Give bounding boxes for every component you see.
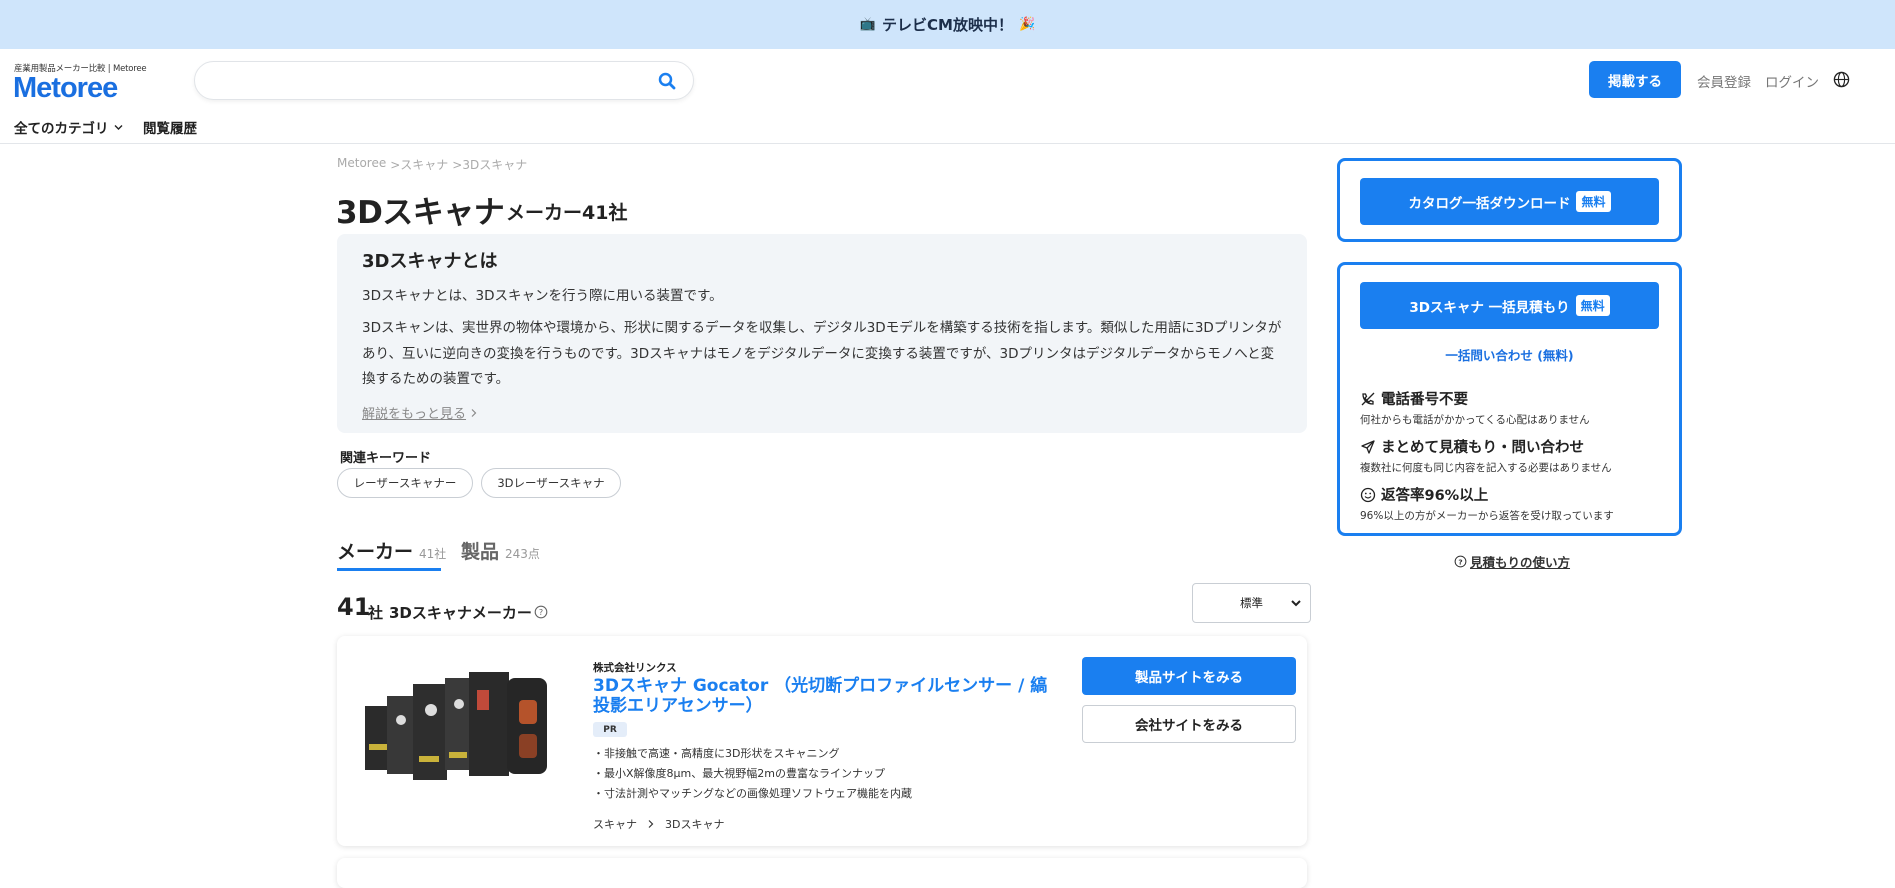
- tab-products-label: 製品: [461, 541, 500, 563]
- breadcrumb-item-scanner[interactable]: >スキャナ: [390, 156, 448, 173]
- keyword-chip-laser-scanner[interactable]: レーザースキャナー: [337, 468, 473, 498]
- banner-text: テレビCM放映中！: [882, 16, 1013, 34]
- quote-box: 3Dスキャナ 一括見積もり 無料 一括問い合わせ (無料) 電話番号不要 何社か…: [1337, 262, 1682, 536]
- browsing-history-link[interactable]: 閲覧履歴: [143, 117, 197, 137]
- related-keywords-label: 関連キーワード: [340, 451, 432, 466]
- results-count: 41: [337, 593, 371, 621]
- bulk-inquiry-link[interactable]: 一括問い合わせ (無料): [1340, 345, 1679, 364]
- benefit-no-phone: 電話番号不要 何社からも電話がかかってくる心配はありません: [1360, 388, 1590, 427]
- site-header: 産業用製品メーカー比較 | Metoree Metoree 掲載する 会員登録 …: [0, 49, 1895, 144]
- benefit-subtext: 複数社に何度も同じ内容を記入する必要はありません: [1360, 462, 1612, 474]
- product-name-link[interactable]: 3Dスキャナ Gocator （光切断プロファイルセンサー / 縞投影エリアセン…: [593, 676, 1053, 716]
- company-name: 株式会社リンクス: [593, 662, 677, 674]
- all-categories-menu[interactable]: 全てのカテゴリ: [14, 117, 124, 137]
- tab-products[interactable]: 製品 243点: [461, 537, 540, 564]
- company-site-button[interactable]: 会社サイトをみる: [1082, 705, 1296, 743]
- description-paragraph-1: 3Dスキャナとは、3Dスキャンを行う際に用いる装置です。: [362, 288, 723, 304]
- feature-item: ・非接触で高速・高精度に3D形状をスキャニング: [593, 747, 840, 760]
- breadcrumb: Metoree >スキャナ >3Dスキャナ: [337, 156, 527, 173]
- search-bar[interactable]: [194, 61, 694, 100]
- tab-makers-label: メーカー: [337, 541, 414, 563]
- help-icon: ?: [1454, 555, 1467, 568]
- party-popper-icon: 🎉: [1018, 17, 1036, 32]
- quote-howto-label: 見積もりの使い方: [1470, 555, 1571, 570]
- active-tab-indicator: [337, 568, 441, 571]
- svg-text:?: ?: [539, 608, 543, 617]
- svg-text:?: ?: [1458, 557, 1462, 566]
- tv-icon: 📺: [859, 17, 877, 32]
- category-path: スキャナ 3Dスキャナ: [593, 816, 724, 832]
- breadcrumb-item-metoree[interactable]: Metoree: [337, 156, 386, 173]
- tab-makers[interactable]: メーカー 41社: [337, 537, 446, 564]
- tv-cm-banner[interactable]: 📺 テレビCM放映中！ 🎉: [0, 0, 1895, 49]
- category-link-3d-scanner[interactable]: 3Dスキャナ: [665, 816, 724, 832]
- catalog-download-label: カタログ一括ダウンロード: [1408, 195, 1571, 212]
- send-icon: [1361, 439, 1375, 454]
- tab-makers-count: 41社: [419, 547, 447, 561]
- catalog-download-box: カタログ一括ダウンロード 無料: [1337, 158, 1682, 242]
- description-box: 3Dスキャナとは 3Dスキャナとは、3Dスキャンを行う際に用いる装置です。 3D…: [337, 234, 1307, 433]
- benefit-title: 電話番号不要: [1381, 392, 1468, 408]
- category-link-scanner[interactable]: スキャナ: [593, 816, 637, 832]
- chevron-right-icon: [648, 820, 654, 828]
- product-site-button[interactable]: 製品サイトをみる: [1082, 657, 1296, 695]
- chevron-down-icon: [1291, 600, 1301, 607]
- read-more-link[interactable]: 解説をもっと見る: [362, 403, 478, 422]
- read-more-label: 解説をもっと見る: [362, 407, 467, 422]
- product-image[interactable]: [361, 660, 555, 800]
- benefit-response-rate: 返答率96%以上 96%以上の方がメーカーから返答を受け取っています: [1360, 484, 1614, 523]
- chevron-down-icon: [114, 124, 122, 130]
- pr-badge: PR: [593, 722, 627, 737]
- keyword-chip-3d-laser-scanner[interactable]: 3Dレーザースキャナ: [481, 468, 621, 498]
- sort-select[interactable]: 標準: [1192, 583, 1311, 623]
- smile-icon: [1360, 487, 1376, 502]
- publish-button[interactable]: 掲載する: [1589, 61, 1681, 98]
- maker-card[interactable]: [337, 858, 1307, 888]
- benefit-subtext: 何社からも電話がかかってくる心配はありません: [1360, 414, 1590, 426]
- bulk-quote-button[interactable]: 3Dスキャナ 一括見積もり 無料: [1360, 282, 1659, 329]
- chevron-right-icon: [471, 408, 477, 417]
- page-title: 3Dスキャナ: [336, 195, 505, 231]
- search-icon[interactable]: [657, 71, 677, 91]
- description-paragraph-2: 3Dスキャンは、実世界の物体や環境から、形状に関するデータを収集し、デジタル3D…: [362, 320, 1282, 387]
- quote-howto-link[interactable]: ? 見積もりの使い方: [1454, 552, 1570, 571]
- free-tag: 無料: [1575, 295, 1610, 316]
- maker-count: メーカー41社: [506, 202, 628, 224]
- maker-card[interactable]: 株式会社リンクス 3Dスキャナ Gocator （光切断プロファイルセンサー /…: [337, 636, 1307, 846]
- benefit-title: 返答率96%以上: [1381, 488, 1489, 504]
- bulk-quote-label: 3Dスキャナ 一括見積もり: [1409, 299, 1570, 316]
- results-unit: 社: [368, 604, 384, 622]
- benefit-bulk-quote: まとめて見積もり・問い合わせ 複数社に何度も同じ内容を記入する必要はありません: [1360, 436, 1612, 475]
- register-link[interactable]: 会員登録: [1697, 71, 1751, 91]
- benefit-subtext: 96%以上の方がメーカーから返答を受け取っています: [1360, 510, 1614, 522]
- results-title: 3Dスキャナメーカー: [389, 604, 532, 622]
- free-tag: 無料: [1576, 191, 1611, 212]
- feature-item: ・最小X解像度8μm、最大視野幅2mの豊富なラインナップ: [593, 767, 885, 780]
- all-categories-label: 全てのカテゴリ: [14, 121, 109, 137]
- help-icon[interactable]: ?: [534, 605, 548, 619]
- benefit-title: まとめて見積もり・問い合わせ: [1381, 440, 1584, 456]
- metoree-logo[interactable]: Metoree: [13, 72, 118, 105]
- globe-icon[interactable]: [1833, 71, 1850, 88]
- description-title: 3Dスキャナとは: [362, 251, 498, 272]
- tab-products-count: 243点: [505, 547, 540, 561]
- breadcrumb-item-3d-scanner: >3Dスキャナ: [452, 158, 528, 172]
- catalog-download-button[interactable]: カタログ一括ダウンロード 無料: [1360, 178, 1659, 225]
- no-phone-icon: [1361, 392, 1375, 405]
- feature-item: ・寸法計測やマッチングなどの画像処理ソフトウェア機能を内蔵: [593, 787, 912, 800]
- sort-select-value: 標準: [1240, 596, 1263, 610]
- login-link[interactable]: ログイン: [1765, 71, 1819, 91]
